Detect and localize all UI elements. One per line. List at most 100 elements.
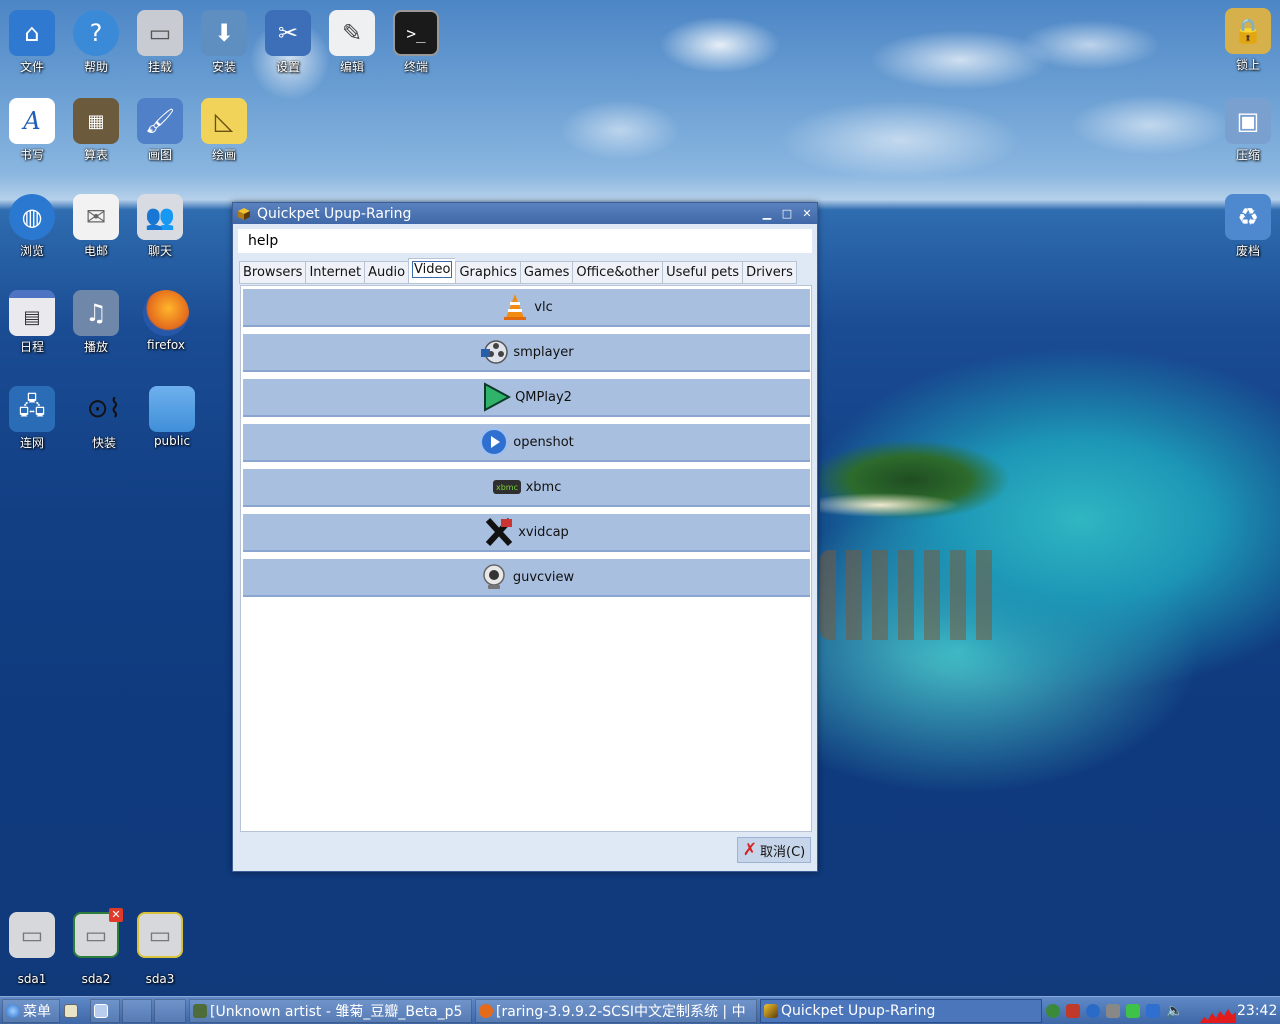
desktop-icon-chat[interactable]: 👥 聊天 [128, 194, 192, 259]
app-button-xvidcap[interactable]: xvidcap [243, 514, 810, 552]
workspace-1[interactable] [90, 999, 120, 1023]
desktop-icon-email[interactable]: ✉ 电邮 [64, 194, 128, 259]
desktop-icon-network[interactable]: 🖧 连网 [0, 386, 64, 451]
window-title: Quickpet Upup-Raring [257, 205, 412, 222]
desktop-icon-help[interactable]: ? 帮助 [64, 10, 128, 75]
lock-icon: 🔒 [1225, 8, 1271, 54]
app-button-qmplay2[interactable]: QMPlay2 [243, 379, 810, 417]
desktop-icon-media-player[interactable]: ♫ 播放 [64, 290, 128, 355]
desktop-icon-trash[interactable]: ♻ 废档 [1216, 194, 1280, 259]
start-menu-button[interactable]: 菜单 [2, 999, 60, 1023]
text-editor-icon: ✎ [329, 10, 375, 56]
home-folder-icon: ⌂ [9, 10, 55, 56]
wallpaper-huts [820, 550, 1000, 640]
unmount-badge-icon: ✕ [109, 908, 123, 922]
task-quickpet[interactable]: Quickpet Upup-Raring [760, 999, 1042, 1023]
tray-app-icon[interactable] [1066, 1004, 1080, 1018]
firefox-icon [479, 1004, 493, 1018]
desktop-icon-editor[interactable]: ✎ 编辑 [320, 10, 384, 75]
drive-sda1[interactable]: ▭ sda1 [0, 912, 64, 986]
video-app-list: vlc smplayer QMPlay2 openshot xbmc xbmc [240, 285, 812, 832]
volume-tray-icon[interactable]: 🔈 [1166, 1003, 1183, 1019]
tab-drivers[interactable]: Drivers [742, 261, 797, 284]
drive-sda3[interactable]: ▭ sda3 [128, 912, 192, 986]
battery-tray-icon[interactable] [1126, 1004, 1140, 1018]
settings-tools-icon: ✂ [265, 10, 311, 56]
vlc-icon [500, 292, 530, 322]
tab-games[interactable]: Games [519, 261, 573, 284]
desktop-icon-archive[interactable]: ▣ 压缩 [1216, 98, 1280, 163]
desktop-icon-lock[interactable]: 🔒 锁上 [1216, 8, 1280, 73]
tab-office-other[interactable]: Office&other [572, 261, 663, 284]
window-titlebar[interactable]: Quickpet Upup-Raring ▁ □ ✕ [233, 203, 817, 224]
taskbar: 菜单 [Unknown artist - 雏菊_豆瓣_Beta_p5 [rari… [0, 996, 1280, 1024]
desktop-icon-public[interactable]: public [140, 386, 204, 448]
terminal-icon: >_ [393, 10, 439, 56]
firefox-icon [143, 290, 189, 336]
smplayer-icon [479, 337, 509, 367]
tab-video[interactable]: Video [408, 258, 456, 284]
workspace-2[interactable] [122, 999, 152, 1023]
workspace-3[interactable] [154, 999, 186, 1023]
close-button[interactable]: ✕ [797, 207, 817, 220]
tab-browsers[interactable]: Browsers [239, 261, 306, 284]
paint-icon: 🖌 [137, 98, 183, 144]
browser-icon: ◍ [9, 194, 55, 240]
cancel-button[interactable]: ✗ 取消(C) [737, 837, 811, 863]
desktop-icon-quickpet[interactable]: ⊙⌇ 快装 [72, 386, 136, 451]
app-button-openshot[interactable]: openshot [243, 424, 810, 462]
calendar-icon: ▤ [9, 290, 55, 336]
desktop-icon-paint[interactable]: 🖌 画图 [128, 98, 192, 163]
desktop-icon-terminal[interactable]: >_ 终端 [384, 10, 448, 75]
help-link[interactable]: help [238, 229, 812, 253]
desktop-icon-firefox[interactable]: firefox [134, 290, 198, 352]
xbmc-icon: xbmc [492, 472, 522, 502]
install-icon: ⬇ [201, 10, 247, 56]
task-media-player[interactable]: [Unknown artist - 雏菊_豆瓣_Beta_p5 [189, 999, 472, 1023]
desktop-icon-calendar[interactable]: ▤ 日程 [0, 290, 64, 355]
folder-icon [149, 386, 195, 432]
app-button-guvcview[interactable]: guvcview [243, 559, 810, 597]
system-tray: 🔈 [1046, 999, 1196, 1023]
desktop-icon-browser[interactable]: ◍ 浏览 [0, 194, 64, 259]
help-icon: ? [73, 10, 119, 56]
svg-text:xbmc: xbmc [496, 483, 518, 492]
desktop-icon-mount[interactable]: ▭ 挂载 [128, 10, 192, 75]
quickpet-app-icon [237, 207, 251, 221]
email-icon: ✉ [73, 194, 119, 240]
desktop-icon-settings[interactable]: ✂ 设置 [256, 10, 320, 75]
task-firefox[interactable]: [raring-3.9.9.2-SCSI中文定制系统 | 中 [475, 999, 757, 1023]
category-tabs: Browsers Internet Audio Video Graphics G… [239, 258, 797, 284]
desktop-icon-spreadsheet[interactable]: ▦ 算表 [64, 98, 128, 163]
show-desktop-button[interactable] [64, 999, 86, 1023]
qmplay2-icon [481, 382, 512, 412]
gear-tray-icon[interactable] [1106, 1004, 1120, 1018]
desktop-icon [64, 1004, 78, 1018]
app-button-smplayer[interactable]: smplayer [243, 334, 810, 372]
app-button-vlc[interactable]: vlc [243, 289, 810, 327]
quickpet-icon: ⊙⌇ [86, 394, 122, 424]
tab-graphics[interactable]: Graphics [455, 261, 520, 284]
desktop-icon-files[interactable]: ⌂ 文件 [0, 10, 64, 75]
network-tray-icon[interactable] [1086, 1004, 1100, 1018]
desktop-icon-install[interactable]: ⬇ 安装 [192, 10, 256, 75]
tab-audio[interactable]: Audio [364, 261, 409, 284]
trash-icon: ♻ [1225, 194, 1271, 240]
minimize-button[interactable]: ▁ [757, 207, 777, 220]
power-tray-icon[interactable] [1146, 1004, 1160, 1018]
openshot-icon [479, 427, 509, 457]
tab-internet[interactable]: Internet [305, 261, 365, 284]
archive-icon: ▣ [1225, 98, 1271, 144]
quickpet-app-icon [764, 1004, 778, 1018]
maximize-button[interactable]: □ [777, 207, 797, 220]
tab-useful-pets[interactable]: Useful pets [662, 261, 743, 284]
app-button-xbmc[interactable]: xbmc xbmc [243, 469, 810, 507]
drive-icon: ▭ ✕ [73, 908, 123, 958]
desktop-icon-writer[interactable]: A 书写 [0, 98, 64, 163]
cancel-icon: ✗ [742, 840, 757, 860]
quickpet-window: Quickpet Upup-Raring ▁ □ ✕ help Browsers… [232, 202, 818, 872]
drive-sda2[interactable]: ▭ ✕ sda2 [64, 908, 128, 986]
clock[interactable]: 23:42 [1237, 999, 1279, 1023]
media-play-tray-icon[interactable] [1046, 1004, 1060, 1018]
desktop-icon-draw[interactable]: ◺ 绘画 [192, 98, 256, 163]
